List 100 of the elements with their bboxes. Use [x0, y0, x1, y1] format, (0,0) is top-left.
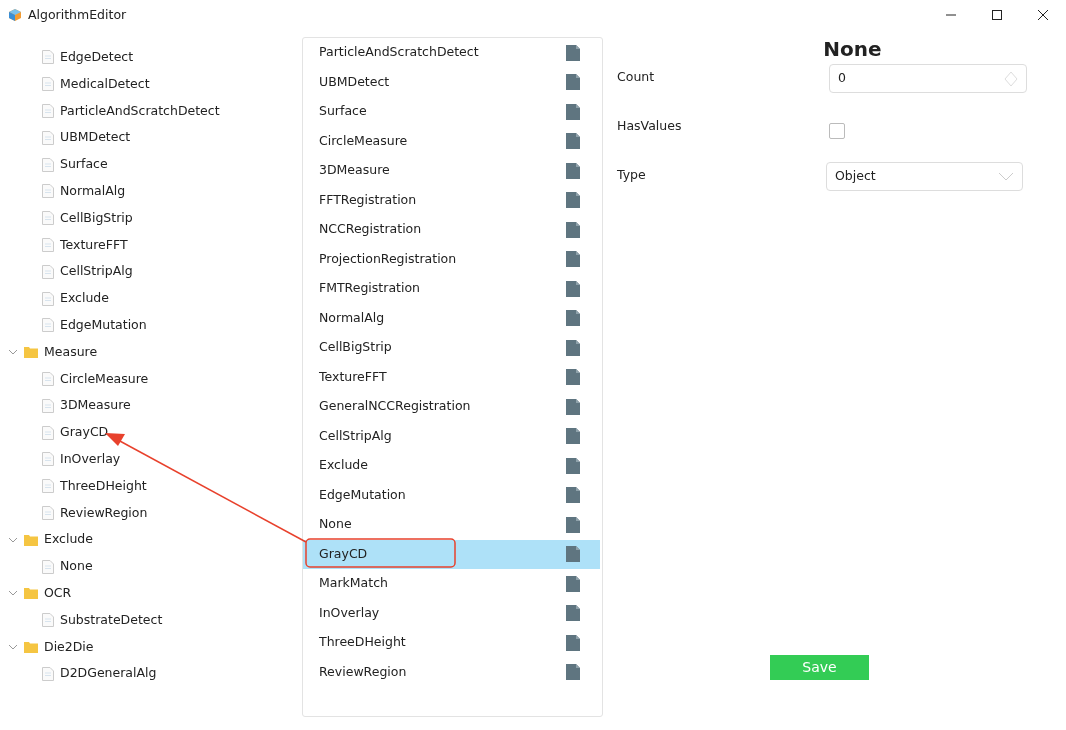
list-item[interactable]: ThreeDHeight — [303, 628, 600, 658]
tree-item[interactable]: OCR — [44, 583, 72, 603]
tree-item[interactable]: Exclude — [44, 530, 93, 550]
file-icon — [42, 479, 54, 494]
panel-title: None — [822, 36, 883, 63]
file-icon — [42, 371, 54, 386]
tree-item[interactable]: ParticleAndScratchDetect — [60, 101, 220, 121]
cube-icon — [8, 8, 22, 22]
chevron-down-icon — [998, 171, 1014, 182]
document-icon — [566, 192, 580, 209]
file-icon — [42, 291, 54, 306]
tree-item[interactable]: UBMDetect — [60, 128, 131, 148]
list-item[interactable]: MarkMatch — [303, 569, 600, 599]
file-icon — [42, 77, 54, 92]
file-icon — [42, 452, 54, 467]
file-icon — [42, 559, 54, 574]
tree-item[interactable]: None — [60, 557, 93, 576]
list-item[interactable]: CellBigStrip — [303, 333, 600, 363]
file-icon — [42, 264, 54, 279]
list-item[interactable]: FFTRegistration — [303, 185, 600, 215]
tree-item[interactable]: 3DMeasure — [60, 396, 131, 416]
list-item[interactable]: EdgeMutation — [303, 480, 600, 510]
tree-item[interactable]: TextureFFT — [60, 235, 128, 255]
list-item[interactable]: NCCRegistration — [303, 215, 600, 245]
document-icon — [566, 487, 580, 504]
number-field[interactable]: 0 — [829, 64, 1027, 93]
tree-item[interactable]: CircleMeasure — [60, 369, 149, 389]
field-label: HasValues — [617, 117, 683, 135]
tree-item[interactable]: EdgeDetect — [60, 48, 134, 67]
window-title: AlgorithmEditor — [28, 5, 127, 24]
file-icon — [42, 211, 54, 226]
document-icon — [566, 133, 580, 150]
list-item[interactable]: GeneralNCCRegistration — [303, 392, 600, 422]
file-icon — [42, 50, 54, 65]
file-icon — [42, 157, 54, 172]
document-icon — [566, 44, 580, 61]
tree-item[interactable]: CellBigStrip — [60, 208, 133, 228]
folder-icon — [24, 587, 38, 600]
list-item[interactable]: None — [303, 510, 600, 540]
file-icon — [42, 398, 54, 413]
folder-icon — [24, 346, 38, 359]
tree-item[interactable]: Surface — [60, 155, 108, 174]
document-icon — [566, 310, 580, 327]
tree-item[interactable]: Die2Die — [44, 637, 94, 657]
document-icon — [566, 280, 580, 297]
tree-item[interactable]: Measure — [44, 342, 98, 362]
tree-item[interactable]: CellStripAlg — [60, 262, 133, 282]
field-label: Type — [617, 166, 647, 184]
tree-item[interactable]: EdgeMutation — [60, 316, 147, 335]
tree-item[interactable]: ThreeDHeight — [60, 476, 147, 496]
document-icon — [566, 398, 580, 415]
field-label: Count — [617, 68, 656, 86]
list-item[interactable]: CircleMeasure — [303, 126, 600, 156]
file-icon — [42, 104, 54, 118]
list-item[interactable]: ParticleAndScratchDetect — [303, 38, 600, 68]
dropdown[interactable]: Object — [826, 162, 1023, 191]
file-icon — [42, 237, 54, 252]
document-icon — [566, 428, 580, 445]
tree-item[interactable]: InOverlay — [60, 449, 121, 469]
spinner-icon — [1004, 70, 1018, 87]
tree-item[interactable]: ReviewRegion — [60, 503, 148, 523]
file-icon — [42, 184, 54, 199]
close-icon — [1038, 10, 1048, 20]
document-icon — [566, 575, 580, 592]
file-icon — [42, 130, 54, 145]
document-icon — [566, 103, 580, 120]
document-icon — [566, 664, 580, 681]
tree-item[interactable]: D2DGeneralAlg — [60, 664, 157, 684]
document-icon — [566, 221, 580, 238]
tree-item[interactable]: SubstrateDetect — [60, 610, 163, 630]
list-item[interactable]: UBMDetect — [303, 67, 600, 97]
document-icon — [566, 605, 580, 622]
file-icon — [42, 666, 54, 681]
list-item[interactable]: CellStripAlg — [303, 421, 600, 451]
list-item[interactable]: GrayCD — [303, 539, 600, 569]
list-item[interactable]: TextureFFT — [303, 362, 600, 392]
list-item[interactable]: NormalAlg — [303, 303, 600, 333]
document-icon — [566, 457, 580, 474]
list-item[interactable]: ReviewRegion — [303, 657, 600, 687]
list-item[interactable]: Surface — [303, 97, 600, 127]
tree-item[interactable]: NormalAlg — [60, 182, 126, 201]
document-icon — [566, 516, 580, 533]
list-item[interactable]: FMTRegistration — [303, 274, 600, 304]
list-item[interactable]: ProjectionRegistration — [303, 244, 600, 274]
document-icon — [566, 546, 580, 563]
checkbox[interactable] — [829, 123, 845, 139]
file-icon — [42, 318, 54, 333]
list-item[interactable]: 3DMeasure — [303, 156, 600, 186]
document-icon — [566, 339, 580, 356]
file-icon — [42, 505, 54, 520]
tree-item[interactable]: Exclude — [60, 289, 109, 308]
maximize-icon — [992, 10, 1002, 20]
document-icon — [566, 369, 580, 386]
document-icon — [566, 74, 580, 91]
tree-item[interactable]: GrayCD — [60, 423, 109, 442]
folder-icon — [24, 533, 38, 546]
list-item[interactable]: Exclude — [303, 451, 600, 481]
tree-item[interactable]: MedicalDetect — [60, 74, 150, 94]
list-item[interactable]: InOverlay — [303, 598, 600, 628]
file-icon — [42, 613, 54, 628]
